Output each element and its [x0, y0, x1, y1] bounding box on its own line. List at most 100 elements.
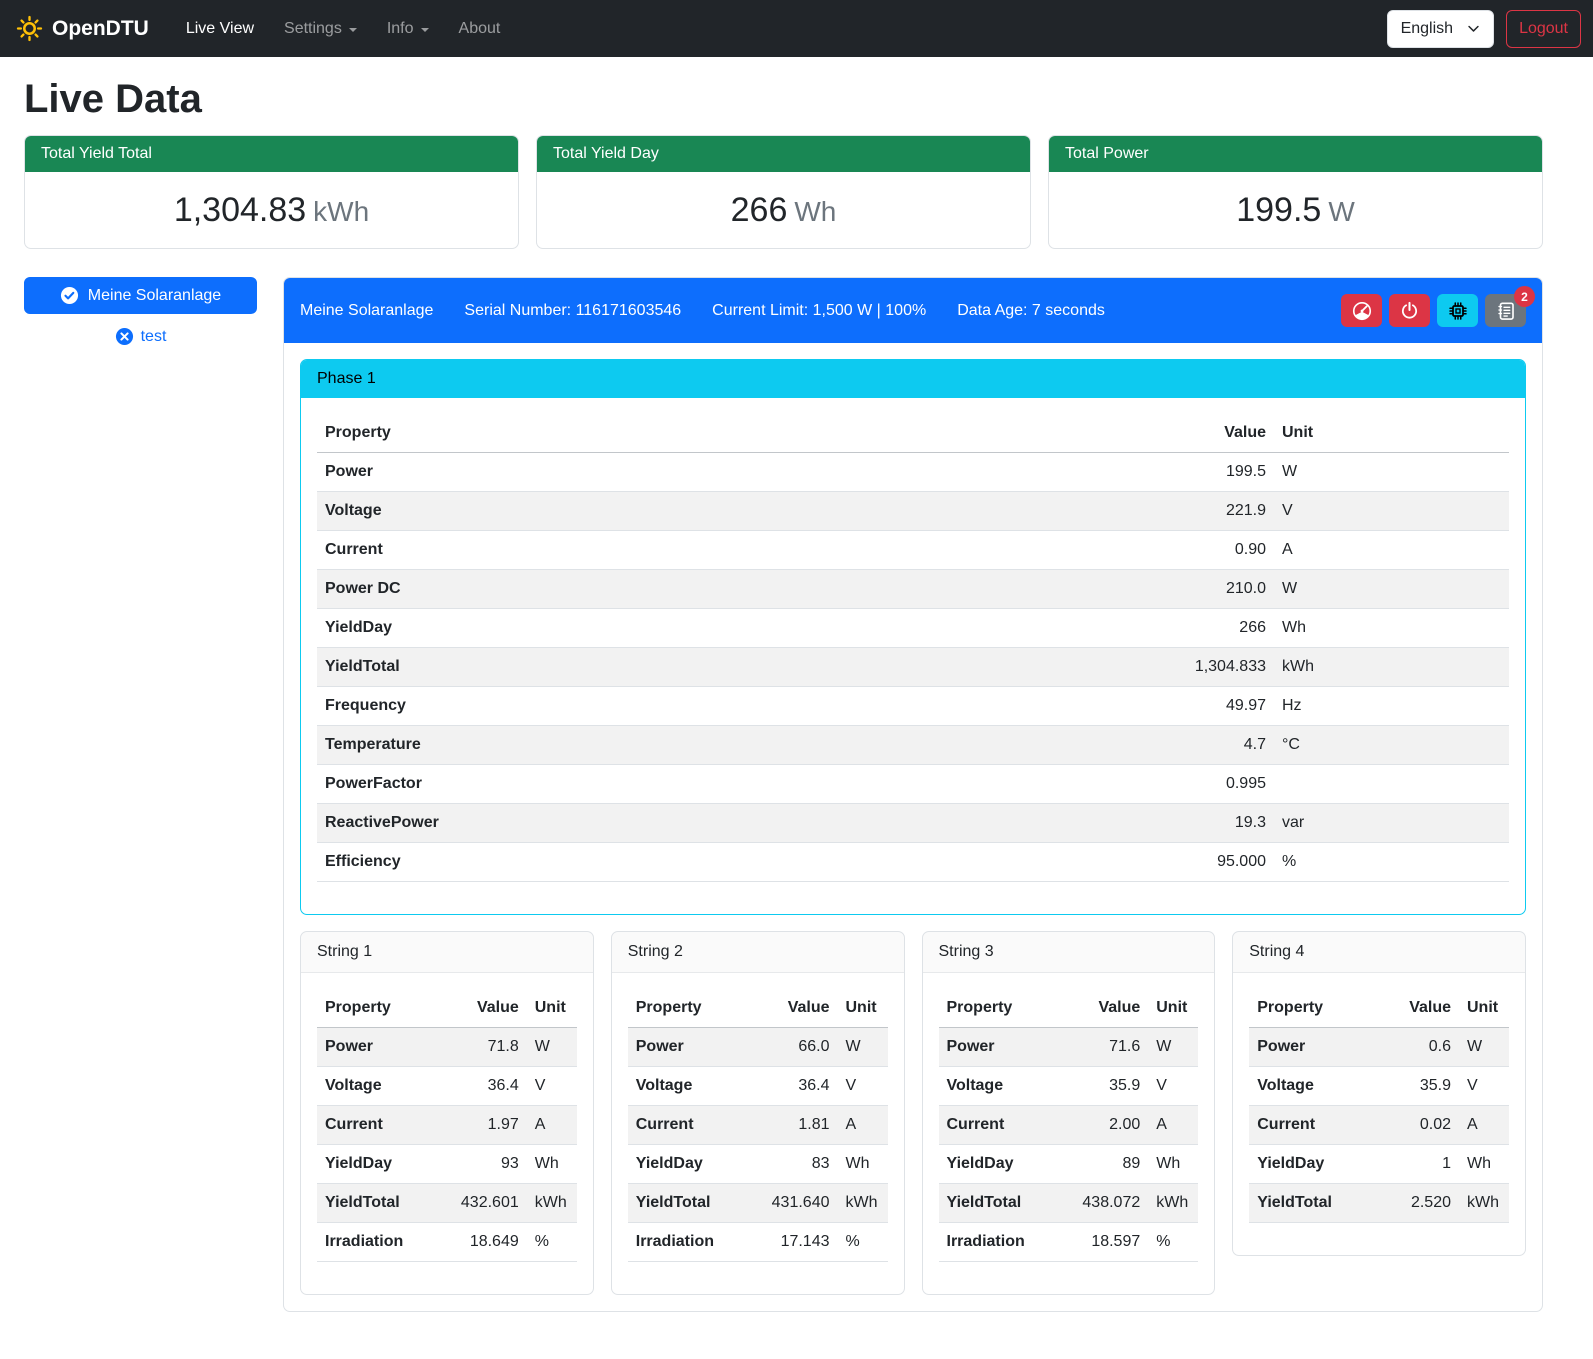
- col-property: Property: [939, 989, 1063, 1028]
- row-property: YieldDay: [317, 609, 1164, 648]
- row-value: 199.5: [1164, 453, 1274, 492]
- phase-1-card: Phase 1 Property Value Unit: [300, 359, 1526, 915]
- speedometer-icon: [1352, 301, 1372, 321]
- card-header: Total Yield Day: [537, 136, 1030, 172]
- nav-item-about[interactable]: About: [444, 12, 516, 46]
- table-row: YieldTotal 431.640 kWh: [628, 1184, 888, 1223]
- language-select[interactable]: English: [1387, 10, 1494, 48]
- row-value: 35.9: [1062, 1067, 1148, 1106]
- card-value-row: 266Wh: [537, 172, 1030, 248]
- table-row: YieldTotal 432.601 kWh: [317, 1184, 577, 1223]
- x-circle-icon[interactable]: [115, 327, 134, 346]
- logout-button[interactable]: Logout: [1506, 10, 1581, 48]
- row-property: YieldDay: [628, 1145, 752, 1184]
- table-row: YieldDay 266 Wh: [317, 609, 1509, 648]
- row-value: 2.00: [1062, 1106, 1148, 1145]
- card-value: 1,304.83: [174, 191, 306, 229]
- card-total-yield-total: Total Yield Total 1,304.83kWh: [24, 135, 519, 249]
- page-title: Live Data: [24, 77, 1543, 121]
- brand[interactable]: OpenDTU: [16, 15, 149, 42]
- sidebar-item-test[interactable]: test: [24, 327, 257, 346]
- row-unit: Wh: [1148, 1145, 1198, 1184]
- col-value: Value: [441, 989, 527, 1028]
- row-unit: Wh: [838, 1145, 888, 1184]
- row-value: 1.81: [752, 1106, 838, 1145]
- row-property: YieldTotal: [939, 1184, 1063, 1223]
- row-unit: V: [1148, 1067, 1198, 1106]
- sidebar-item-meine-solaranlage[interactable]: Meine Solaranlage: [24, 277, 257, 314]
- row-value: 71.6: [1062, 1028, 1148, 1067]
- inverter-name: Meine Solaranlage: [300, 302, 433, 320]
- row-property: Frequency: [317, 687, 1164, 726]
- table-header-row: Property Value Unit: [628, 989, 888, 1028]
- col-property: Property: [628, 989, 752, 1028]
- limit-settings-button[interactable]: [1341, 294, 1382, 327]
- row-property: Voltage: [939, 1067, 1063, 1106]
- table-row: Current 1.81 A: [628, 1106, 888, 1145]
- row-property: Power: [317, 453, 1164, 492]
- journal-text-icon: [1496, 301, 1516, 321]
- strings-row: String 1 Property Value Unit: [300, 931, 1526, 1295]
- card-header: Total Power: [1049, 136, 1542, 172]
- row-value: 431.640: [752, 1184, 838, 1223]
- row-unit: %: [527, 1223, 577, 1262]
- nav-item-live-view[interactable]: Live View: [171, 12, 269, 46]
- brand-label: OpenDTU: [52, 17, 149, 41]
- row-property: YieldTotal: [317, 1184, 441, 1223]
- row-value: 18.597: [1062, 1223, 1148, 1262]
- col-value: Value: [752, 989, 838, 1028]
- table-row: Power 66.0 W: [628, 1028, 888, 1067]
- row-unit: var: [1274, 804, 1509, 843]
- row-property: PowerFactor: [317, 765, 1164, 804]
- table-header-row: Property Value Unit: [317, 989, 577, 1028]
- card-value-row: 1,304.83kWh: [25, 172, 518, 248]
- table-row: Power 71.6 W: [939, 1028, 1199, 1067]
- row-value: 19.3: [1164, 804, 1274, 843]
- table-row: Voltage 35.9 V: [1249, 1067, 1509, 1106]
- table-row: Power 71.8 W: [317, 1028, 577, 1067]
- top-navbar: OpenDTU Live View Settings Info About En…: [0, 0, 1593, 57]
- string-2-header: String 2: [612, 932, 904, 973]
- row-property: Power DC: [317, 570, 1164, 609]
- table-row: Efficiency 95.000 %: [317, 843, 1509, 882]
- row-property: Irradiation: [317, 1223, 441, 1262]
- row-value: 66.0: [752, 1028, 838, 1067]
- inverter-toolbar: 2: [1341, 294, 1526, 327]
- row-value: 210.0: [1164, 570, 1274, 609]
- row-unit: A: [1459, 1106, 1509, 1145]
- row-unit: W: [1274, 570, 1509, 609]
- inverter-data-age: Data Age: 7 seconds: [957, 302, 1105, 320]
- table-row: Current 0.90 A: [317, 531, 1509, 570]
- table-header-row: Property Value Unit: [939, 989, 1199, 1028]
- string-1-table: Property Value Unit Power: [317, 989, 577, 1262]
- row-unit: V: [1274, 492, 1509, 531]
- row-value: 221.9: [1164, 492, 1274, 531]
- row-property: YieldTotal: [317, 648, 1164, 687]
- event-log-button[interactable]: 2: [1485, 294, 1526, 327]
- string-3-card: String 3 Property Value Unit: [922, 931, 1216, 1295]
- nav-item-info[interactable]: Info: [372, 12, 444, 46]
- device-info-button[interactable]: [1437, 294, 1478, 327]
- row-unit: W: [527, 1028, 577, 1067]
- card-header: Total Yield Total: [25, 136, 518, 172]
- power-button[interactable]: [1389, 294, 1430, 327]
- phase-1-header: Phase 1: [301, 360, 1525, 398]
- row-value: 18.649: [441, 1223, 527, 1262]
- row-value: 0.6: [1373, 1028, 1459, 1067]
- language-value: English: [1401, 20, 1453, 38]
- table-row: YieldDay 1 Wh: [1249, 1145, 1509, 1184]
- row-property: Power: [317, 1028, 441, 1067]
- table-row: Temperature 4.7 °C: [317, 726, 1509, 765]
- row-value: 49.97: [1164, 687, 1274, 726]
- row-property: Power: [628, 1028, 752, 1067]
- row-value: 35.9: [1373, 1067, 1459, 1106]
- row-property: Irradiation: [939, 1223, 1063, 1262]
- row-property: YieldDay: [939, 1145, 1063, 1184]
- row-value: 36.4: [752, 1067, 838, 1106]
- nav-item-settings[interactable]: Settings: [269, 12, 372, 46]
- row-property: Efficiency: [317, 843, 1164, 882]
- row-unit: Wh: [1459, 1145, 1509, 1184]
- summary-cards-row: Total Yield Total 1,304.83kWh Total Yiel…: [24, 135, 1543, 249]
- string-4-table: Property Value Unit Power: [1249, 989, 1509, 1223]
- table-row: PowerFactor 0.995: [317, 765, 1509, 804]
